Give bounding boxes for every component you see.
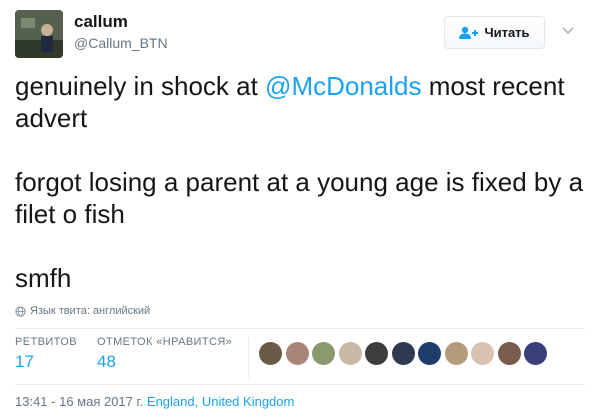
divider (15, 328, 585, 329)
liker-avatar[interactable] (259, 342, 282, 365)
author-handle[interactable]: @Callum_BTN (74, 35, 168, 51)
tweet-meta: 13:41 - 16 мая 2017 г. England, United K… (15, 394, 294, 409)
liker-avatar[interactable] (285, 342, 309, 365)
liker-avatar[interactable] (338, 342, 362, 365)
tweet-language: Язык твита: английский (15, 305, 150, 317)
likers-avatars (259, 342, 551, 365)
tweet-location[interactable]: England, United Kingdom (147, 394, 294, 409)
tweet-timestamp[interactable]: 13:41 - 16 мая 2017 г. (15, 394, 143, 409)
liker-avatar[interactable] (471, 342, 494, 365)
author-avatar[interactable] (15, 10, 63, 58)
tweet-paragraph-2: forgot losing a parent at a young age is… (15, 167, 584, 229)
liker-avatar[interactable] (444, 342, 468, 365)
chevron-down-icon[interactable] (561, 25, 575, 35)
retweets-count: 17 (15, 352, 34, 371)
tweet-paragraph-1: genuinely in shock at @McDonalds most re… (15, 71, 565, 133)
mention-link[interactable]: @McDonalds (265, 71, 421, 101)
divider (15, 384, 585, 385)
tweet-paragraph-3: smfh (15, 263, 72, 293)
tweet-text: genuinely in shock at @McDonalds most re… (15, 70, 585, 294)
likes-count: 48 (97, 352, 116, 371)
likes-stat[interactable]: ОТМЕТОК «НРАВИТСЯ» 48 (97, 336, 232, 372)
follow-button-label: Читать (484, 25, 530, 40)
liker-avatar[interactable] (418, 342, 441, 365)
likes-label: ОТМЕТОК «НРАВИТСЯ» (97, 336, 233, 348)
retweets-stat[interactable]: РЕТВИТОВ 17 (15, 336, 77, 372)
follow-person-icon (459, 26, 479, 39)
retweets-label: РЕТВИТОВ (15, 336, 77, 348)
liker-avatar[interactable] (524, 342, 547, 365)
tweet-language-text: Язык твита: английский (30, 305, 151, 317)
liker-avatar[interactable] (391, 342, 415, 365)
liker-avatar[interactable] (365, 342, 388, 365)
stats-separator (248, 338, 249, 378)
liker-avatar[interactable] (312, 342, 335, 365)
liker-avatar[interactable] (497, 342, 521, 365)
author-name[interactable]: callum (74, 12, 128, 32)
globe-icon (15, 305, 26, 317)
follow-button[interactable]: Читать (444, 16, 545, 49)
